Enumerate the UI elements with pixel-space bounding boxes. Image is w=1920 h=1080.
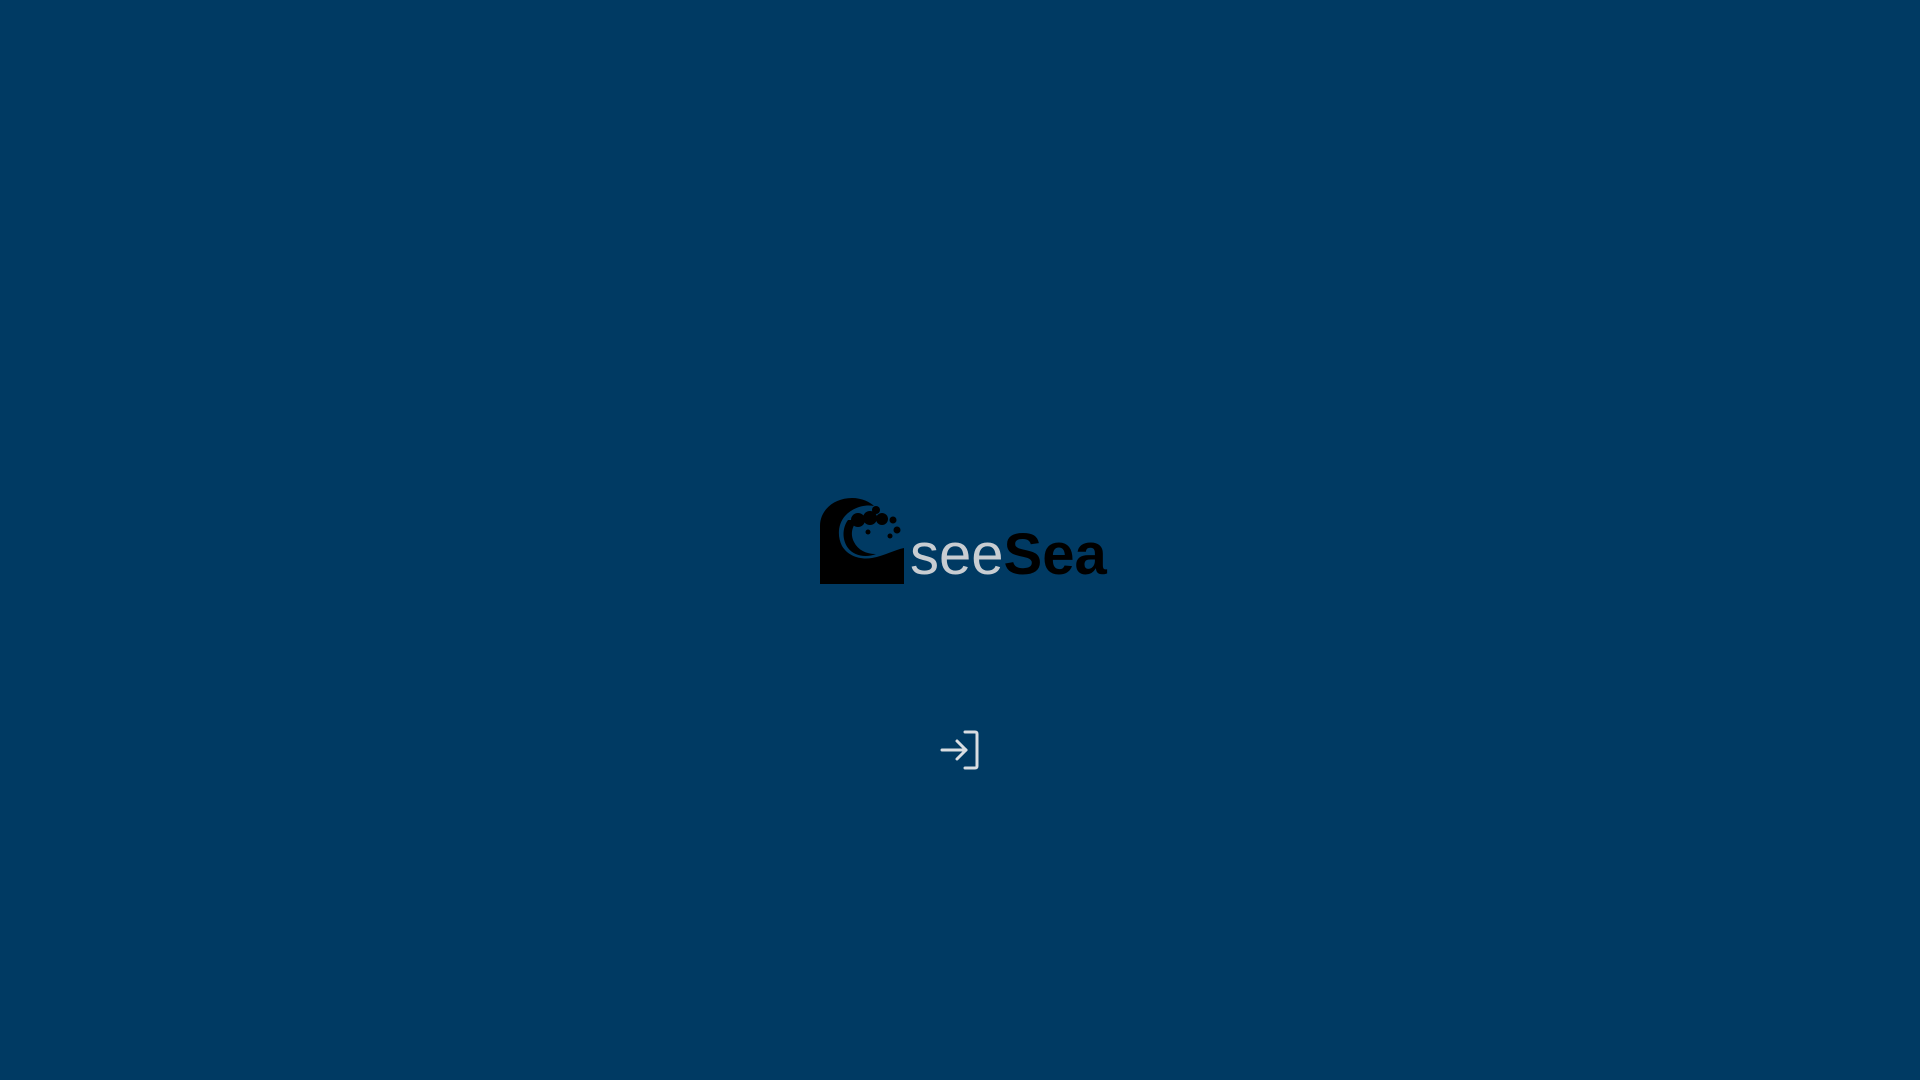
brand-wordmark: seeSea <box>910 526 1107 584</box>
login-icon <box>938 728 982 772</box>
wave-icon <box>818 496 912 586</box>
login-button[interactable] <box>938 728 982 772</box>
brand-name-sea: Sea <box>1003 522 1107 587</box>
brand-logo: seeSea <box>818 496 1107 586</box>
brand-name-see: see <box>910 522 1004 587</box>
